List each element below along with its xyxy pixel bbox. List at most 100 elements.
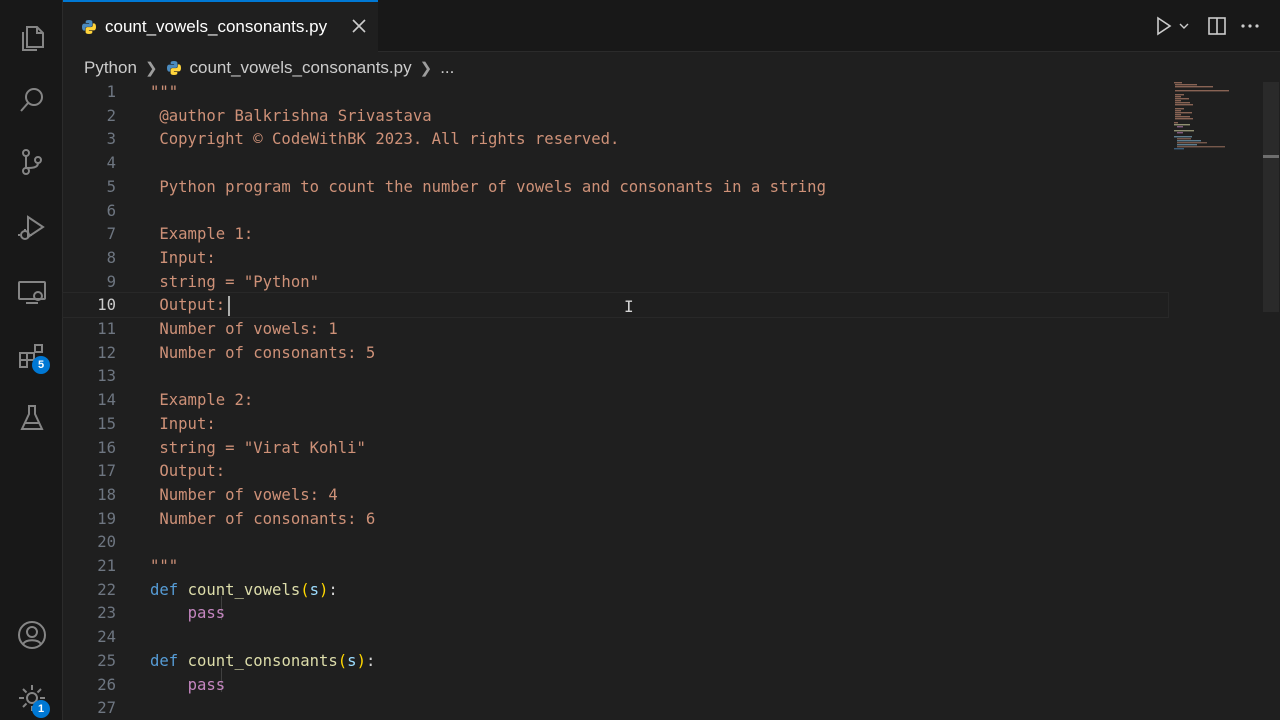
line-code: Number of vowels: 1 [150, 317, 338, 341]
code-line[interactable]: 4 [63, 151, 1168, 175]
line-number: 23 [97, 604, 116, 623]
extensions-icon[interactable] [0, 331, 63, 379]
code-line[interactable]: 16 string = "Virat Kohli" [63, 436, 1168, 460]
line-code: Output: [150, 459, 225, 483]
breadcrumb: Python ❯ count_vowels_consonants.py ❯ ..… [84, 56, 454, 80]
code-line[interactable]: 20 [63, 530, 1168, 554]
code-line[interactable]: 9 string = "Python" [63, 270, 1168, 294]
line-code: pass [150, 673, 226, 697]
code-token: s [347, 651, 357, 670]
explorer-icon[interactable] [0, 14, 63, 62]
breadcrumb-symbols[interactable]: ... [440, 58, 454, 78]
code-token: def [150, 580, 179, 599]
more-actions-button[interactable] [1238, 14, 1262, 38]
chevron-right-icon: ❯ [419, 60, 433, 77]
line-code: def count_consonants(s): [150, 649, 375, 673]
line-number: 24 [97, 628, 116, 647]
line-number: 7 [106, 225, 116, 244]
code-line[interactable]: 27 [63, 696, 1168, 720]
code-token: Example 1: [150, 225, 254, 244]
code-editor[interactable]: 1 """ 2 @author Balkrishna Srivastava 3 Cop… [62, 80, 1263, 720]
code-line[interactable]: 13 [63, 364, 1168, 388]
code-token: Number of vowels: 4 [150, 485, 338, 504]
code-line[interactable]: 3 Copyright © CodeWithBK 2023. All right… [63, 127, 1168, 151]
code-line[interactable]: 17 Output: [63, 459, 1168, 483]
code-line[interactable]: 22 def count_vowels(s): [63, 578, 1168, 602]
line-number: 8 [106, 248, 116, 267]
remote-explorer-icon[interactable] [0, 268, 63, 316]
code-token: Example 2: [150, 391, 254, 410]
line-number: 9 [106, 272, 116, 291]
line-number: 14 [97, 391, 116, 410]
scrollbar-cursor-marker [1263, 155, 1279, 158]
code-line[interactable]: 12 Number of consonants: 5 [63, 341, 1168, 365]
line-code: @author Balkrishna Srivastava [150, 104, 431, 128]
code-token: """ [150, 557, 179, 575]
source-control-icon[interactable] [0, 138, 63, 186]
line-number: 4 [106, 154, 116, 173]
tab-count-vowels-consonants[interactable]: count_vowels_consonants.py [63, 0, 378, 52]
line-number: 21 [97, 557, 116, 575]
line-number: 26 [97, 675, 116, 694]
activity-bar: 5 1 [0, 0, 63, 720]
code-line[interactable]: 7 Example 1: [63, 222, 1168, 246]
line-code: Python program to count the number of vo… [150, 175, 826, 199]
run-python-file-button[interactable] [1151, 14, 1193, 38]
line-number: 27 [97, 699, 116, 718]
code-token: Number of consonants: 5 [150, 343, 376, 362]
search-icon[interactable] [0, 76, 63, 124]
code-token: string = "Virat Kohli" [150, 438, 366, 457]
code-line[interactable]: 21 """ [63, 554, 1168, 578]
split-editor-icon [1208, 17, 1226, 35]
line-number: 3 [106, 130, 116, 149]
code-token: pass [187, 675, 226, 694]
code-token: Number of vowels: 1 [150, 320, 338, 338]
line-number: 6 [106, 201, 116, 220]
split-editor-button[interactable] [1205, 14, 1229, 38]
line-number: 12 [97, 343, 116, 362]
line-code: Number of vowels: 4 [150, 483, 338, 507]
run-debug-icon[interactable] [0, 204, 63, 252]
code-line[interactable]: 14 Example 2: [63, 388, 1168, 412]
code-token: s [309, 580, 320, 599]
minimap[interactable] [1172, 80, 1242, 160]
breadcrumb-folder[interactable]: Python [84, 58, 137, 78]
line-number: 17 [97, 462, 116, 481]
line-code: Input: [150, 412, 215, 436]
line-number: 2 [106, 106, 116, 125]
code-token: ) [356, 651, 366, 670]
line-code: string = "Virat Kohli" [150, 436, 366, 460]
code-line[interactable]: 26 pass [63, 673, 1168, 697]
account-icon[interactable] [0, 611, 63, 659]
code-line[interactable]: 25 def count_consonants(s): [63, 649, 1168, 673]
settings-gear-icon[interactable] [0, 674, 63, 720]
line-number: 13 [97, 367, 116, 386]
code-line[interactable]: 19 Number of consonants: 6 [63, 507, 1168, 531]
code-line[interactable]: 2 @author Balkrishna Srivastava [63, 104, 1168, 128]
code-token: Output: [150, 462, 226, 481]
extensions-badge: 5 [32, 356, 50, 374]
code-line[interactable]: 15 Input: [63, 412, 1168, 436]
line-code: Number of consonants: 6 [150, 507, 375, 531]
testing-icon[interactable] [0, 394, 63, 442]
code-line[interactable]: 5 Python program to count the number of … [63, 175, 1168, 199]
code-line[interactable]: 6 [63, 199, 1168, 223]
chevron-right-icon: ❯ [144, 60, 158, 77]
close-tab-icon[interactable] [349, 16, 369, 36]
code-line[interactable]: 24 [63, 625, 1168, 649]
breadcrumb-file[interactable]: count_vowels_consonants.py [190, 58, 412, 78]
line-number: 5 [106, 177, 116, 196]
line-number: 20 [97, 533, 116, 552]
line-code: Number of consonants: 5 [150, 341, 375, 365]
code-line[interactable]: 1 """ [63, 80, 1168, 104]
code-token: ( [337, 651, 348, 670]
code-line[interactable]: 23 pass [63, 601, 1168, 625]
line-number: 11 [97, 320, 116, 338]
code-line[interactable]: 11 Number of vowels: 1 [63, 317, 1168, 341]
code-line[interactable]: 8 Input: [63, 246, 1168, 270]
scrollbar-thumb[interactable] [1263, 82, 1279, 312]
code-line[interactable]: 18 Number of vowels: 4 [63, 483, 1168, 507]
code-token: count_vowels [187, 580, 301, 599]
